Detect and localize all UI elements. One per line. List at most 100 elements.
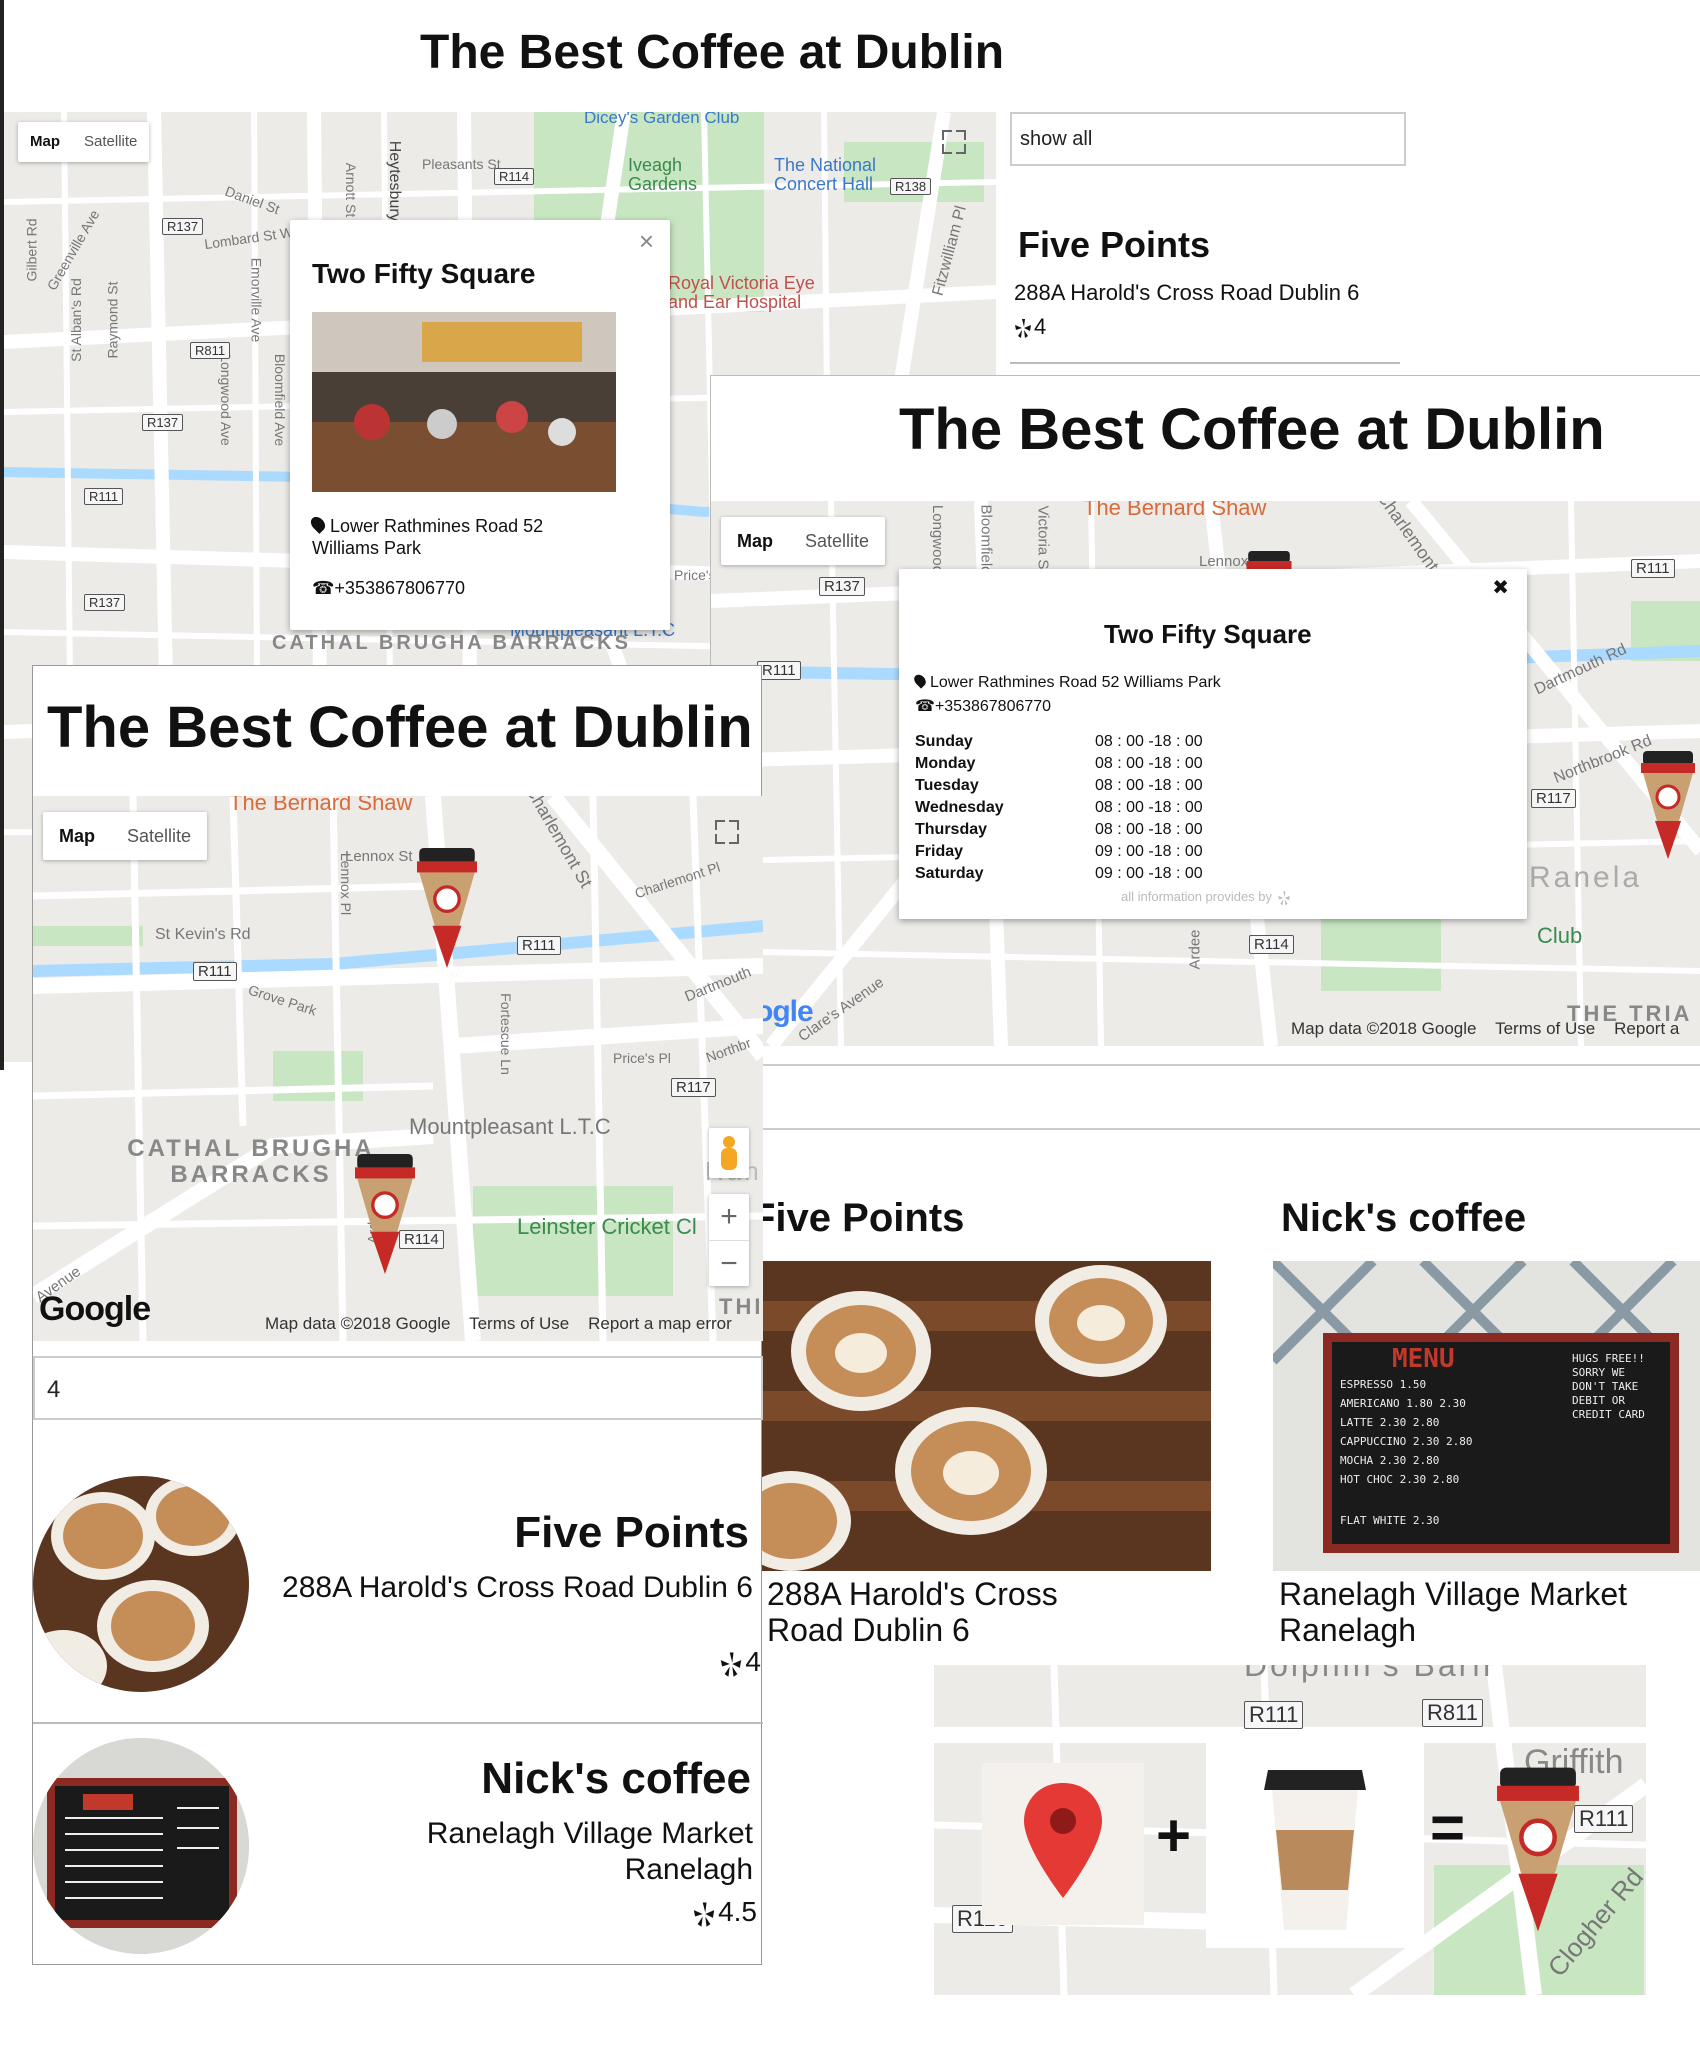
pin-equation-graphic: Dolphin's Barn Griffith Clogher Rd R111 … [934,1665,1646,1995]
page-title: The Best Coffee at Dublin [420,26,1005,79]
hours-time: 08 : 00 -18 : 00 [1095,755,1203,772]
list-item-name[interactable]: Five Points [1018,224,1210,266]
map-label: Lennox Pl [338,852,355,916]
map-view[interactable]: Map Satellite The Bernard Shaw Lennox St… [711,501,1700,1046]
hours-time: 08 : 00 -18 : 00 [1095,799,1203,816]
latte-cups [751,1261,1211,1571]
terms-link[interactable]: Terms of Use [1495,1019,1595,1038]
road-badge: R111 [1631,559,1675,578]
map-type-map[interactable]: Map [18,122,72,162]
zoom-out-button[interactable]: − [709,1240,749,1286]
menu-line: AMERICANO 1.80 2.30 [1340,1397,1466,1410]
info-window: × Two Fifty Square Lower Rathmines Road … [290,220,670,630]
yelp-icon [693,1902,715,1927]
map-view[interactable]: Map Satellite The Bernard Shaw Lennox St… [33,796,763,1341]
close-icon[interactable]: × [639,226,654,257]
hours-row: Sunday 08 : 00 -18 : 00 [915,731,1203,753]
filter-input[interactable]: 4 [33,1356,763,1420]
phone-line: ☎+353867806770 [312,578,465,599]
road-badge: R117 [1531,789,1576,808]
hours-day: Thursday [915,821,988,838]
map-label: Gilbert Rd [23,218,40,282]
list-item-address: 288A Harold's Cross Road Dublin 6 [282,1571,753,1604]
map-type-control: Map Satellite [721,517,886,565]
zoom-in-button[interactable]: + [709,1194,749,1240]
road-badge: R111 [193,962,237,981]
report-link[interactable]: Report a [1614,1019,1679,1038]
map-label: Royal Victoria Eye and Ear Hospital [668,273,815,312]
road-badge: R111 [84,488,124,505]
fullscreen-icon[interactable] [934,122,974,162]
hours-day: Sunday [915,733,973,750]
map-label: Emorville Ave [248,257,265,343]
map-label: Leinster Cricket Cl [517,1214,697,1239]
report-link[interactable]: Report a map error [588,1314,732,1333]
card-title[interactable]: Five Points [751,1196,964,1241]
hours-time: 09 : 00 -18 : 00 [1095,865,1203,882]
address-text: Lower Rathmines Road 52 Williams Park [312,516,544,558]
hours-day: Monday [915,755,976,772]
road-badge: R111 [517,936,561,955]
opening-hours: Sunday 08 : 00 -18 : 00 Monday 08 : 00 -18… [915,731,1203,885]
plus-symbol: + [1156,1802,1192,1869]
coffee-pin-icon[interactable] [413,848,481,968]
address-line: Lower Rathmines Road 52 Williams Park [911,672,1221,692]
hours-row: Friday 09 : 00 -18 : 00 [915,841,1203,863]
info-window-title: Two Fifty Square [312,258,536,289]
map-type-map[interactable]: Map [721,517,789,565]
hours-time: 08 : 00 -18 : 00 [1095,821,1203,838]
coffee-pin-icon[interactable] [1639,751,1697,859]
menu-line: CAPPUCCINO 2.30 2.80 [1340,1435,1473,1448]
rating-value: 4 [745,1646,761,1677]
map-type-control: Map Satellite [18,122,150,162]
map-label: St Kevin's Rd [155,926,251,943]
list-item-rating: 4 [1012,314,1046,340]
coffee-pin-icon [1497,1767,1579,1932]
chalkboard: MENU ESPRESSO 1.50 AMERICANO 1.80 2.30 L… [1323,1333,1679,1553]
list-item[interactable]: Five Points 288A Harold's Cross Road Dub… [33,1466,763,1718]
map-label: Mountpleasant L.T.C [409,1114,611,1139]
close-icon[interactable]: ✖ [1492,575,1509,600]
map-label: Ardee [1186,929,1204,970]
map-type-satellite[interactable]: Satellite [111,812,207,860]
list-item-address: Ranelagh Village Market Ranelagh [426,1817,753,1886]
map-type-map[interactable]: Map [43,812,111,860]
card-title[interactable]: Nick's coffee [1281,1196,1526,1241]
terms-link[interactable]: Terms of Use [469,1314,569,1333]
coffee-cup-tile [1206,1730,1424,1948]
page-title: The Best Coffee at Dublin [899,397,1605,462]
map-label: Pleasants St [422,156,501,172]
list-item[interactable]: Nick's coffee Ranelagh Village Market Ra… [33,1726,763,1962]
map-type-satellite[interactable]: Satellite [72,122,149,162]
coffee-pin-icon[interactable] [351,1154,419,1274]
road-badge: R811 [1422,1699,1483,1727]
list-item-rating: 4 [717,1646,761,1678]
map-data-credit: Map data ©2018 Google [265,1314,451,1333]
menu-line: ESPRESSO 1.50 [1340,1378,1427,1391]
map-label: Longwood Ave [217,354,234,446]
pegman-icon[interactable] [709,1128,749,1178]
road-badge: R138 [890,178,932,195]
filter-input[interactable]: show all [1010,112,1406,166]
road-badge: R111 [1244,1701,1304,1729]
shot2-window: The Best Coffee at Dublin Map Satellite … [710,375,1700,1675]
coffee-cup-icon [1264,1770,1366,1930]
map-type-satellite[interactable]: Satellite [789,517,885,565]
address-line: Lower Rathmines Road 52 Williams Park [308,514,612,559]
map-marker-tile [982,1763,1144,1925]
info-window: ✖ Two Fifty Square Lower Rathmines Road … [899,569,1527,919]
map-footer: Map data ©2018 Google Terms of Use Repor… [265,1314,732,1334]
road-badge: R811 [190,342,231,359]
google-logo: ogle [755,995,814,1028]
map-pin-icon [911,672,929,689]
card-address: Ranelagh Village Market Ranelagh [1279,1576,1628,1648]
map-marker-icon [1024,1783,1102,1898]
fullscreen-icon[interactable] [707,812,747,852]
page-title: The Best Coffee at Dublin [47,695,753,760]
map-footer: Map data ©2018 Google Terms of Use Repor… [1291,1019,1679,1039]
map-data-credit: Map data ©2018 Google [1291,1019,1477,1038]
phone-icon: ☎ [312,578,335,598]
list-item-rating: 4.5 [690,1896,757,1928]
yelp-icon [1015,319,1031,339]
road-badge: R114 [1249,935,1294,954]
